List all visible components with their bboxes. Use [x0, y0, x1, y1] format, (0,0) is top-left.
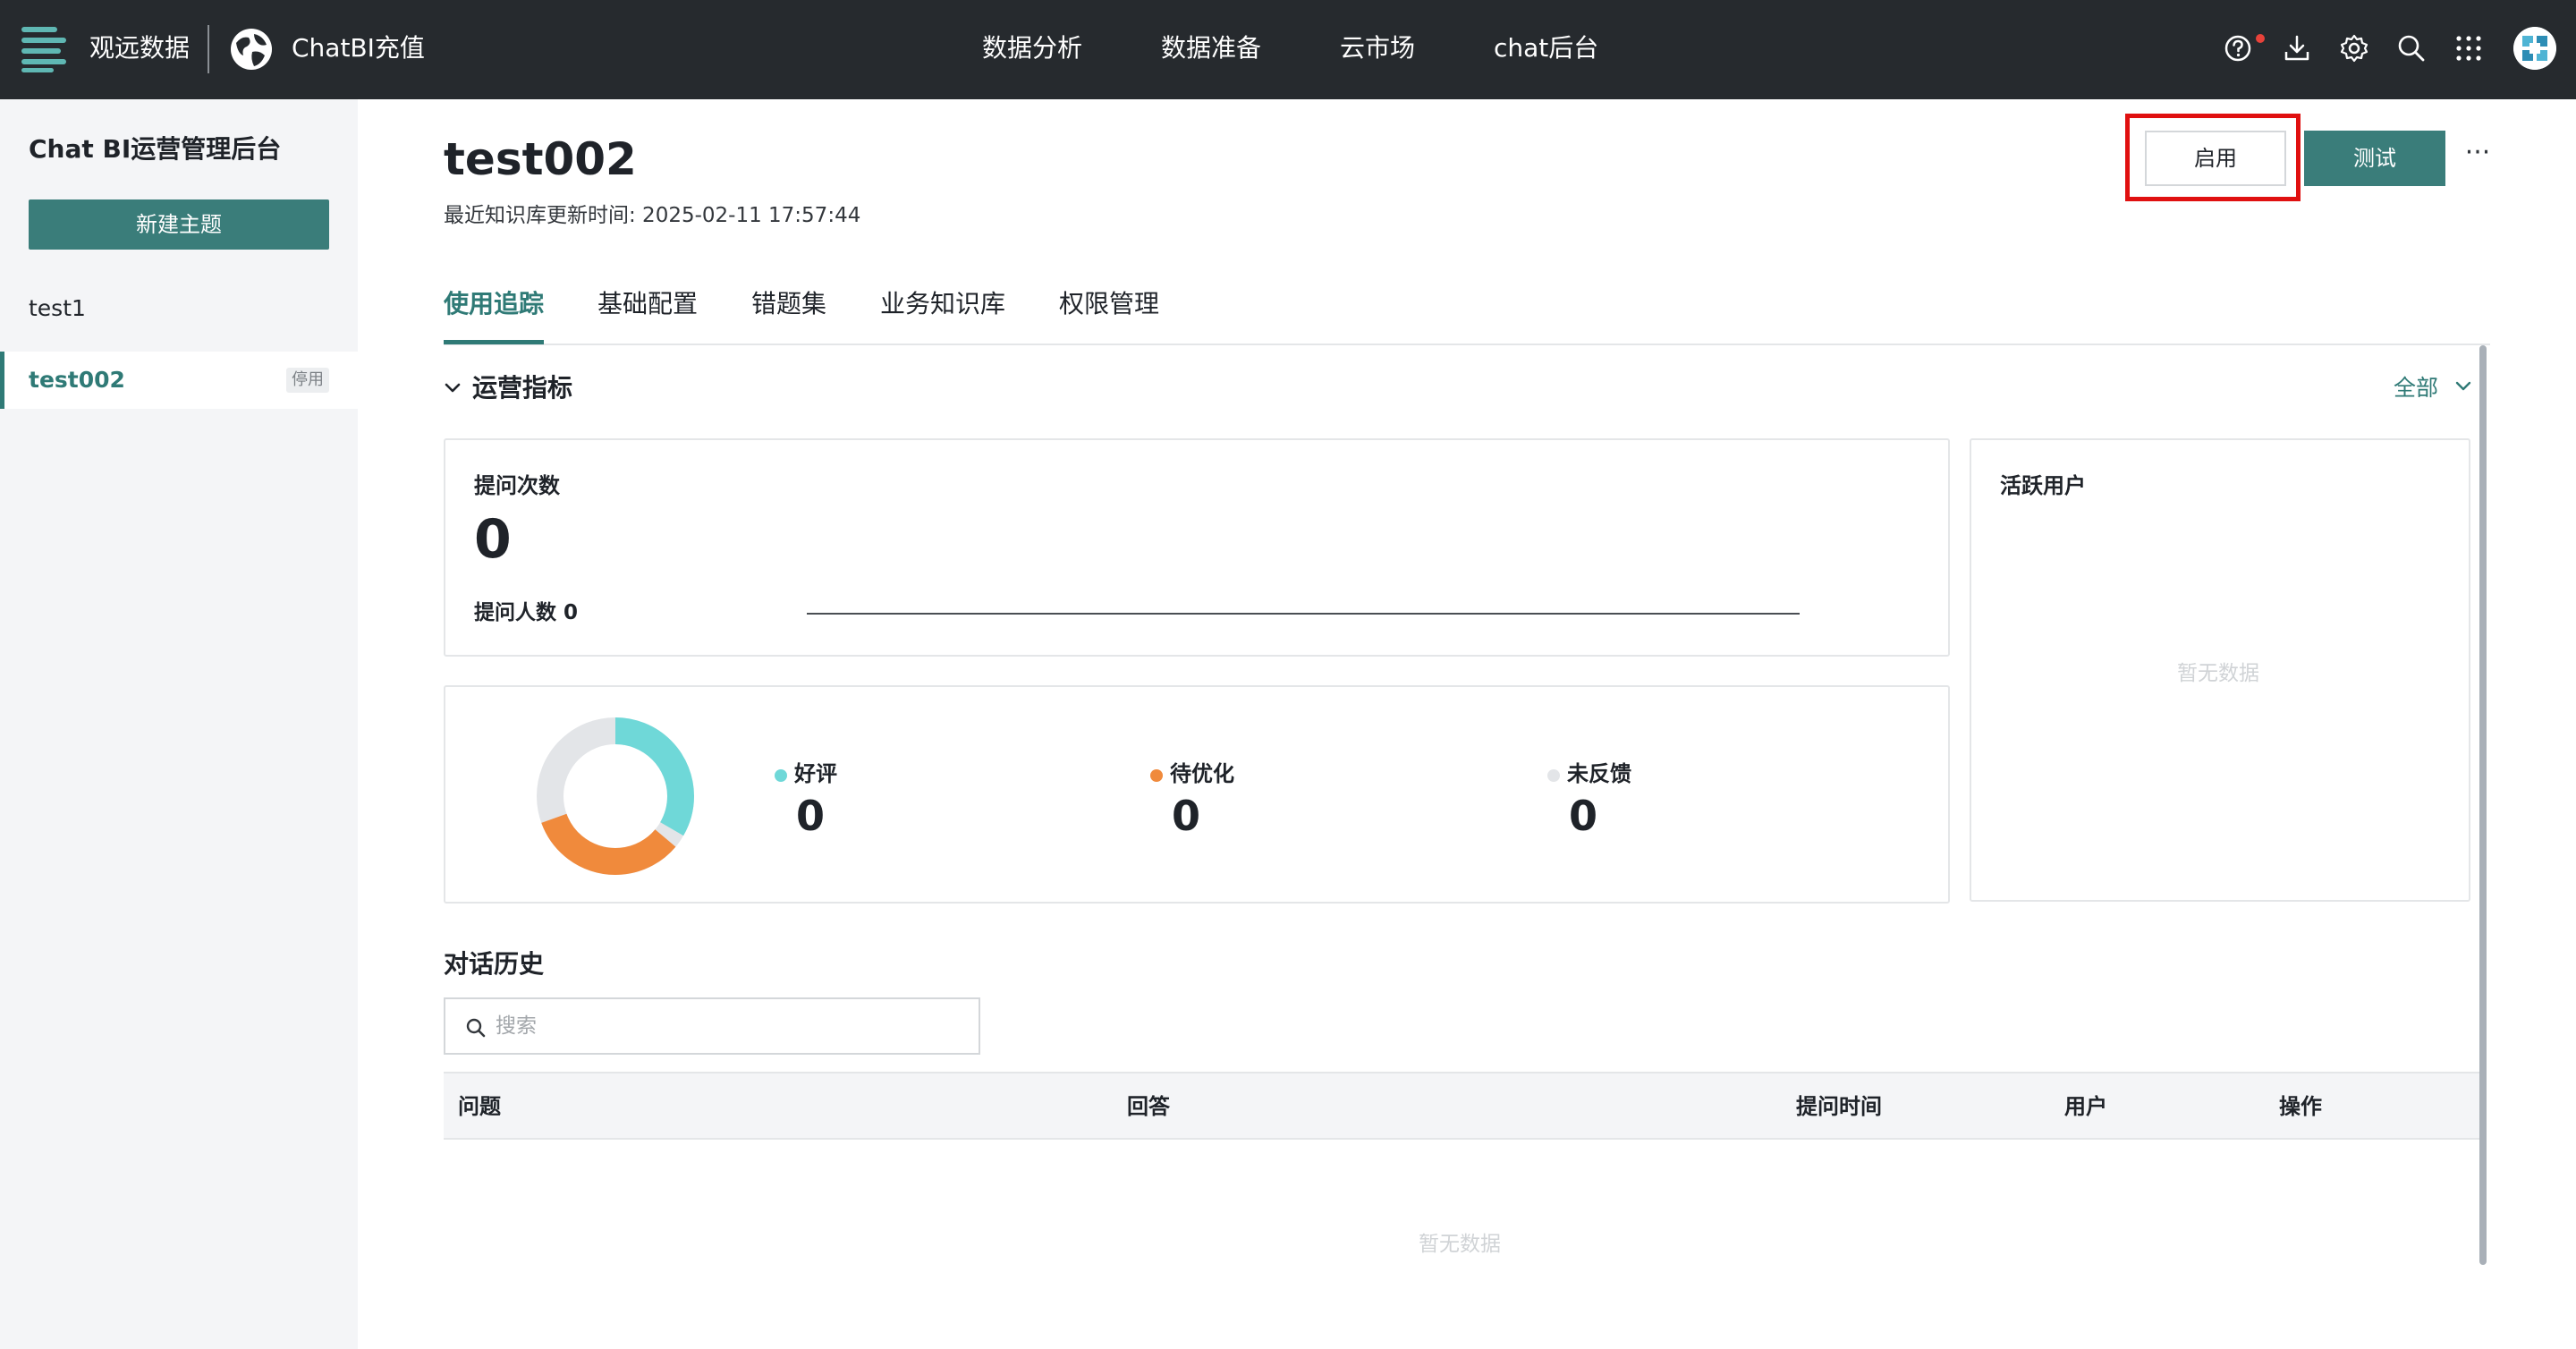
section-title[interactable]: 运营指标	[472, 370, 572, 406]
questions-card: 提问次数 0 提问人数 0	[444, 438, 1950, 657]
search-input[interactable]	[496, 1006, 961, 1046]
column-ask-time: 提问时间	[1796, 1094, 1882, 1119]
column-question: 问题	[458, 1094, 501, 1119]
test-button[interactable]: 测试	[2304, 131, 2445, 186]
chevron-down-icon[interactable]	[2454, 380, 2472, 393]
logo-icon[interactable]	[20, 25, 68, 73]
brand-name: 观远数据	[89, 33, 191, 63]
active-users-label: 活跃用户	[2000, 473, 2086, 498]
help-icon[interactable]	[2222, 32, 2254, 64]
app-name[interactable]: ChatBI充值	[292, 30, 425, 66]
table-empty-state: 暂无数据	[1419, 1233, 1501, 1256]
nav-cloud-market[interactable]: 云市场	[1340, 30, 1415, 66]
legend-pending-label: 待优化	[1170, 761, 1234, 786]
tab-business-knowledge[interactable]: 业务知识库	[880, 284, 1005, 324]
legend-good-value: 0	[796, 792, 826, 840]
legend-dot-pending	[1150, 769, 1163, 782]
empty-state: 暂无数据	[2177, 662, 2259, 685]
filter-dropdown[interactable]: 全部	[2394, 372, 2438, 404]
column-answer: 回答	[1127, 1094, 1170, 1119]
feedback-donut-chart	[537, 717, 694, 875]
legend-good-label: 好评	[794, 761, 837, 786]
history-title: 对话历史	[444, 949, 545, 979]
page-title: test002	[444, 133, 637, 185]
tab-permissions[interactable]: 权限管理	[1059, 284, 1159, 324]
notification-dot	[2256, 34, 2265, 43]
scrollbar[interactable]	[2479, 345, 2487, 1265]
more-icon[interactable]: ···	[2462, 140, 2494, 172]
tab-bar: 使用追踪 基础配置 错题集 业务知识库 权限管理	[444, 284, 2490, 345]
tab-usage-tracking[interactable]: 使用追踪	[444, 284, 544, 324]
chevron-down-icon[interactable]	[444, 381, 462, 395]
sidebar-item-label: test002	[29, 367, 125, 393]
search-box[interactable]	[444, 997, 980, 1055]
avatar[interactable]	[2513, 27, 2556, 70]
top-bar: 观远数据 ChatBI充值 数据分析 数据准备 云市场 chat后台	[0, 0, 2576, 99]
trend-line	[807, 613, 1800, 615]
legend-none-label: 未反馈	[1567, 761, 1631, 786]
tab-basic-config[interactable]: 基础配置	[597, 284, 698, 324]
column-actions: 操作	[2279, 1094, 2322, 1119]
globe-icon	[231, 29, 272, 70]
brand-divider	[208, 25, 209, 73]
gear-icon[interactable]	[2338, 32, 2370, 64]
questions-label: 提问次数	[474, 473, 560, 498]
legend-dot-none	[1547, 769, 1560, 782]
tab-active-indicator	[444, 340, 544, 344]
tab-error-set[interactable]: 错题集	[751, 284, 826, 324]
table-header: 问题 回答 提问时间 用户 操作	[444, 1072, 2479, 1140]
questions-value: 0	[474, 508, 512, 571]
download-icon[interactable]	[2281, 32, 2313, 64]
nav-data-analysis[interactable]: 数据分析	[982, 30, 1082, 66]
legend-pending-value: 0	[1172, 792, 1201, 840]
new-topic-button[interactable]: 新建主题	[29, 199, 329, 250]
status-badge: 停用	[286, 368, 329, 393]
sidebar-item-test1[interactable]: test1	[0, 280, 358, 337]
sidebar-item-label: test1	[29, 295, 86, 321]
sidebar: Chat BI运营管理后台 新建主题 test1 test002 停用	[0, 99, 358, 1349]
highlight-box	[2125, 114, 2301, 201]
legend-none-value: 0	[1569, 792, 1598, 840]
feedback-card: 好评 0 待优化 0 未反馈 0	[444, 685, 1950, 904]
search-icon	[466, 1018, 486, 1038]
sidebar-title: Chat BI运营管理后台	[29, 134, 282, 164]
nav-chat-backend[interactable]: chat后台	[1494, 30, 1598, 66]
active-users-card: 活跃用户 暂无数据	[1970, 438, 2470, 902]
apps-grid-icon[interactable]	[2453, 32, 2485, 64]
legend-dot-good	[775, 769, 787, 782]
search-icon[interactable]	[2395, 32, 2428, 64]
column-user: 用户	[2064, 1094, 2107, 1119]
askers-label: 提问人数 0	[474, 601, 579, 624]
sidebar-item-test002[interactable]: test002 停用	[0, 352, 358, 409]
avatar-icon	[2513, 27, 2556, 70]
nav-data-prep[interactable]: 数据准备	[1161, 30, 1261, 66]
knowledge-update-time: 最近知识库更新时间: 2025-02-11 17:57:44	[444, 204, 861, 227]
